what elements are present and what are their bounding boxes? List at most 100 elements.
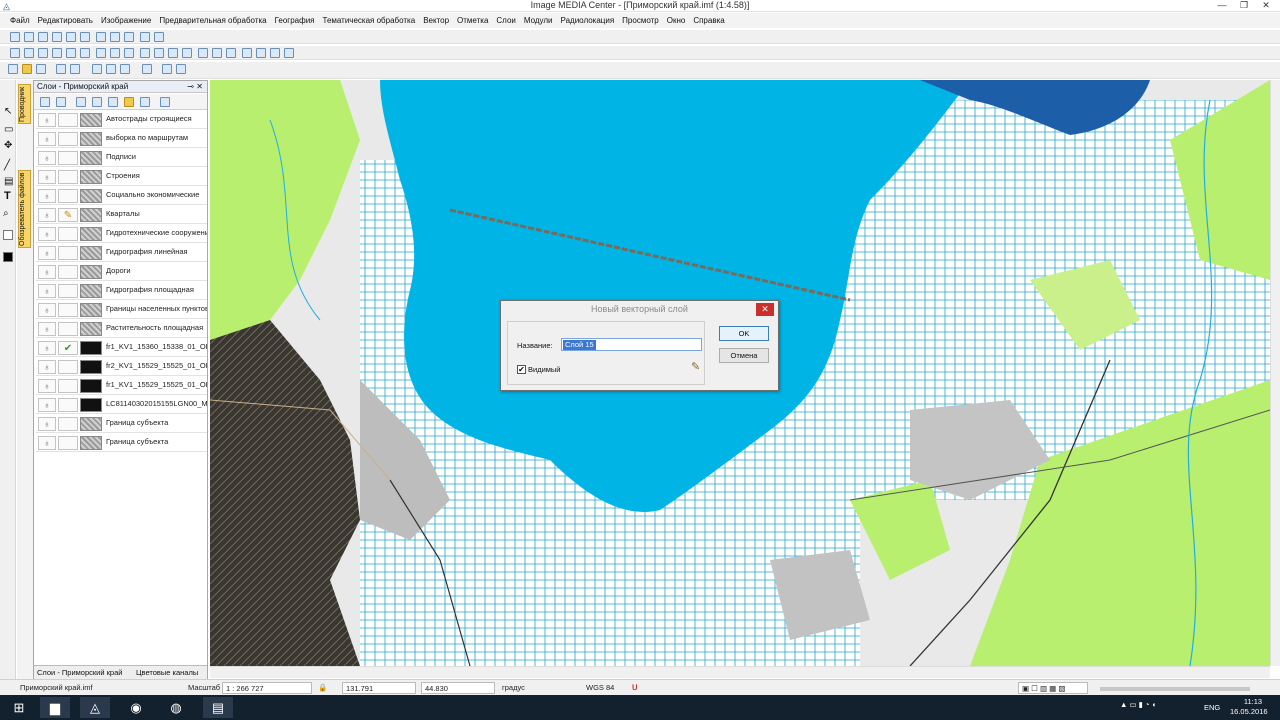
menu-file[interactable]: Файл (6, 16, 34, 25)
zoom-slider[interactable] (1100, 687, 1250, 691)
background-color-swatch[interactable] (3, 230, 13, 240)
menu-geography[interactable]: География (271, 16, 319, 25)
menu-view[interactable]: Просмотр (618, 16, 663, 25)
layer-name-input[interactable]: Слой 15 (561, 338, 702, 351)
clock-date[interactable]: 16.05.2016 (1230, 707, 1268, 716)
delete-layer-icon[interactable] (160, 97, 170, 107)
visibility-bulb-icon[interactable]: ♁ (38, 284, 56, 298)
tool-icon[interactable] (124, 32, 134, 42)
add-layer-icon[interactable] (40, 97, 50, 107)
tool-icon[interactable] (142, 64, 152, 74)
visibility-bulb-icon[interactable]: ♁ (38, 360, 56, 374)
tool-icon[interactable] (80, 48, 90, 58)
restore-button[interactable]: ❐ (1234, 0, 1254, 11)
layer-row[interactable]: ♁ fr1_KV1_15529_15525_01_ORT (36, 377, 207, 395)
app-icon[interactable]: ▤ (203, 697, 233, 718)
visibility-bulb-icon[interactable]: ♁ (38, 132, 56, 146)
file-explorer-icon[interactable]: ▆ (40, 697, 70, 718)
layer-row[interactable]: ♁ fr2_KV1_15529_15525_01_ORT (36, 358, 207, 376)
visibility-bulb-icon[interactable]: ♁ (38, 113, 56, 127)
tray-icons[interactable]: ▲ ▭ ▮ ◔ ◖ (1120, 700, 1156, 709)
zoom-icon[interactable]: ⌕ (3, 208, 9, 219)
tab-layers[interactable]: Слои - Приморский край (37, 668, 122, 677)
visibility-bulb-icon[interactable]: ♁ (38, 208, 56, 222)
edit-state-icon[interactable] (58, 284, 78, 298)
layer-row[interactable]: ♁ выборка по маршрутам (36, 130, 207, 148)
tool-icon[interactable] (52, 48, 62, 58)
cut-icon[interactable] (92, 64, 102, 74)
visibility-bulb-icon[interactable]: ♁ (38, 189, 56, 203)
copy-layer-icon[interactable] (92, 97, 102, 107)
menu-edit[interactable]: Редактировать (34, 16, 97, 25)
tool-icon[interactable] (182, 48, 192, 58)
menu-mark[interactable]: Отметка (453, 16, 492, 25)
pointer-icon[interactable]: ↖ (4, 106, 12, 117)
refresh-icon[interactable] (198, 48, 208, 58)
menu-layers[interactable]: Слои (492, 16, 519, 25)
edit-state-icon[interactable] (58, 265, 78, 279)
layer-row[interactable]: ♁ Гидрография линейная (36, 244, 207, 262)
menu-modules[interactable]: Модули (520, 16, 557, 25)
open-layer-icon[interactable] (56, 97, 66, 107)
visibility-bulb-icon[interactable]: ♁ (38, 417, 56, 431)
edit-state-icon[interactable] (58, 417, 78, 431)
tool-icon[interactable] (168, 48, 178, 58)
tool-icon[interactable] (10, 32, 20, 42)
cancel-button[interactable]: Отмена (719, 348, 769, 363)
tool-icon[interactable] (52, 32, 62, 42)
tool-icon[interactable] (66, 48, 76, 58)
tool-icon[interactable] (66, 32, 76, 42)
tool-icon[interactable] (80, 32, 90, 42)
tool-icon[interactable] (96, 48, 106, 58)
tool-icon[interactable] (270, 48, 280, 58)
edit-state-icon[interactable] (58, 170, 78, 184)
tool-icon[interactable] (242, 48, 252, 58)
paste-icon[interactable] (120, 64, 130, 74)
visibility-bulb-icon[interactable]: ♁ (38, 322, 56, 336)
tab-color-channels[interactable]: Цветовые каналы (136, 668, 198, 677)
visibility-bulb-icon[interactable]: ♁ (38, 303, 56, 317)
layer-row[interactable]: ♁ Границы населенных пунктов (36, 301, 207, 319)
view-mode-buttons[interactable]: ▣ ☐ ▥ ▦ ▧ (1018, 682, 1088, 694)
edit-state-icon[interactable] (58, 227, 78, 241)
foreground-color-swatch[interactable] (3, 252, 13, 262)
undo-icon[interactable] (56, 64, 66, 74)
visibility-bulb-icon[interactable]: ♁ (38, 170, 56, 184)
visibility-bulb-icon[interactable]: ♁ (38, 246, 56, 260)
layer-row[interactable]: ♁ Гидротехнические сооружения (36, 225, 207, 243)
redo-icon[interactable] (70, 64, 80, 74)
move-icon[interactable] (140, 97, 150, 107)
dialog-close-button[interactable]: ✕ (756, 303, 774, 316)
edit-state-icon[interactable] (58, 436, 78, 450)
clock-time[interactable]: 11:13 (1236, 697, 1270, 706)
lock-icon[interactable]: 🔒 (318, 682, 327, 694)
layer-row[interactable]: ♁ Граница субъекта (36, 434, 207, 452)
tool-icon[interactable] (226, 48, 236, 58)
magnet-icon[interactable]: Ս (632, 682, 638, 694)
tool-icon[interactable] (256, 48, 266, 58)
edit-state-icon[interactable] (58, 303, 78, 317)
select-icon[interactable]: ▭ (4, 124, 13, 135)
layer-up-icon[interactable] (76, 97, 86, 107)
edit-state-icon[interactable] (58, 189, 78, 203)
edit-state-icon[interactable] (58, 398, 78, 412)
menu-window[interactable]: Окно (663, 16, 690, 25)
edit-state-icon[interactable] (58, 151, 78, 165)
layers-panel-close[interactable]: ✕ (196, 81, 203, 92)
visibility-bulb-icon[interactable]: ♁ (38, 398, 56, 412)
visibility-bulb-icon[interactable]: ♁ (38, 436, 56, 450)
edit-state-icon[interactable] (58, 379, 78, 393)
scale-input[interactable]: 1 : 266 727 (222, 682, 312, 694)
copy-icon[interactable] (106, 64, 116, 74)
ok-button[interactable]: OK (719, 326, 769, 341)
tool-icon[interactable] (284, 48, 294, 58)
tool-icon[interactable] (124, 48, 134, 58)
layer-row[interactable]: ♁ Подписи (36, 149, 207, 167)
visible-checkbox[interactable]: ✔ (517, 365, 526, 374)
help-icon[interactable] (162, 64, 172, 74)
language-indicator[interactable]: ENG (1204, 703, 1220, 712)
layer-row[interactable]: ♁ ✔ fr1_KV1_15360_15338_01_ORT (36, 339, 207, 357)
open-folder-icon[interactable] (22, 64, 32, 74)
visibility-bulb-icon[interactable]: ♁ (38, 151, 56, 165)
menu-help[interactable]: Справка (689, 16, 728, 25)
